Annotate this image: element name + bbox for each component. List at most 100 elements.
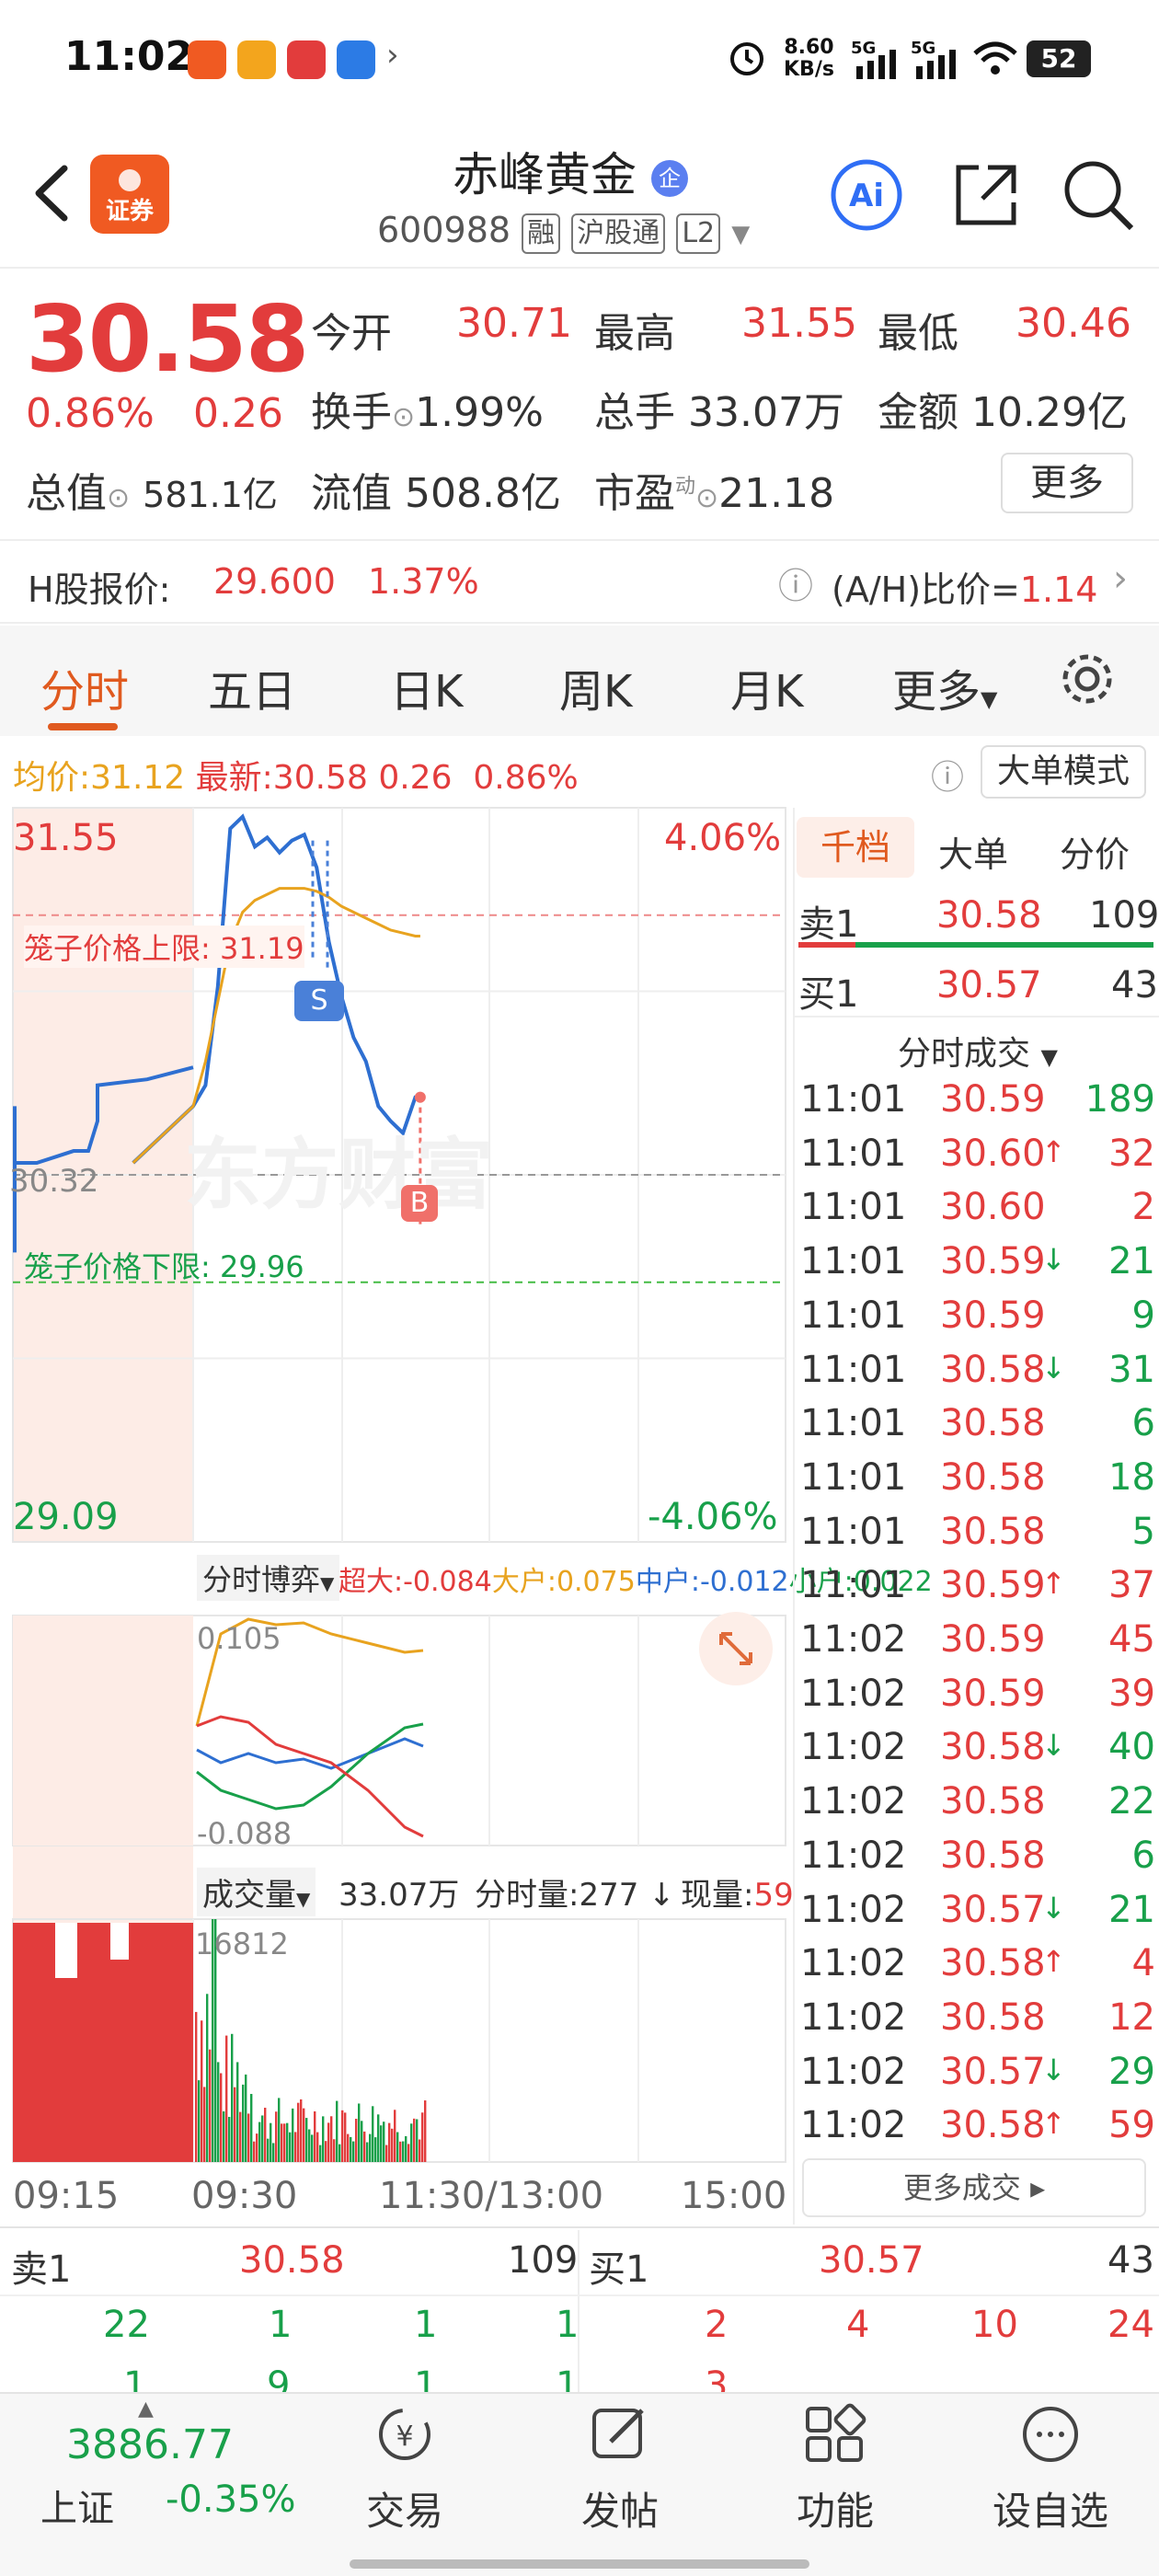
volume-bar [242, 2084, 245, 2162]
volume-bar [358, 2103, 361, 2162]
volume-bar [421, 2112, 424, 2162]
share-icon[interactable] [947, 156, 1025, 234]
auction-volume-gap [110, 1923, 129, 1960]
buy1-qty: 43 [1111, 964, 1158, 1006]
tick-time: 11:01 [800, 1186, 907, 1229]
volume-bar [396, 2132, 399, 2162]
tick-qty: 9 [1131, 1294, 1155, 1337]
tick-qty: 21 [1108, 1240, 1155, 1283]
tab-daily-k[interactable]: 日K [390, 655, 463, 719]
volume-bar [419, 2139, 421, 2162]
tick-time: 11:02 [800, 1834, 907, 1877]
volume-bar [195, 2011, 198, 2162]
volume-dropdown[interactable]: 成交量▼ [197, 1868, 316, 1916]
expand-icon[interactable] [699, 1612, 773, 1685]
volume-bar [278, 2098, 281, 2162]
verified-icon: 企 [650, 159, 688, 197]
back-icon[interactable] [28, 161, 83, 225]
chevron-right-icon[interactable]: › [1113, 558, 1128, 600]
tick-price: 30.58 [940, 1995, 1046, 2039]
index-pct[interactable]: -0.35% [166, 2478, 296, 2521]
sell1-label: 卖1 [798, 903, 859, 946]
volume-bar [377, 2114, 380, 2162]
tab-monthly-k[interactable]: 月K [730, 655, 803, 719]
volume-bar [327, 2122, 330, 2162]
tab-big-order[interactable]: 大单 [938, 826, 1008, 877]
nav-trade[interactable]: ¥ 交易 [322, 2401, 488, 2536]
volume-bar [316, 2132, 319, 2162]
sell-marker[interactable]: S [294, 981, 344, 1021]
bo-bottom-label: -0.088 [197, 1816, 293, 1851]
nav-post[interactable]: 发帖 [537, 2401, 703, 2536]
current-volume: 现量:59 [681, 1877, 794, 1914]
tick-row: 11:01 30.59 ↑ 37 [793, 1564, 1159, 1618]
caret-down-icon[interactable]: ▼ [731, 221, 750, 248]
help-icon[interactable]: ⓘ [778, 558, 813, 608]
buy-queue-4: 24 [1107, 2304, 1154, 2346]
svg-text:¥: ¥ [396, 2421, 413, 2453]
tab-depth[interactable]: 千档 [797, 817, 914, 878]
search-icon[interactable] [1060, 156, 1137, 234]
tick-time: 11:02 [800, 1888, 907, 1931]
bo-dropdown[interactable]: 分时博弈▼ [197, 1555, 340, 1601]
volume-bar [355, 2118, 358, 2162]
volume-bar [201, 2020, 203, 2162]
volume: 总手 33.07万 [594, 389, 844, 436]
volume-bar [330, 2116, 333, 2162]
h-share-row[interactable]: H股报价: 29.600 1.37% ⓘ (A/H)比价=1.14 › [0, 539, 1159, 624]
info-icon[interactable]: ⊙ [695, 482, 718, 514]
volume-bar [245, 2074, 247, 2162]
tick-qty: 37 [1108, 1564, 1155, 1607]
volume-bar [286, 2122, 289, 2162]
securities-logo[interactable]: 证券 [90, 155, 169, 234]
big-order-mode-button[interactable]: 大单模式 [981, 745, 1146, 799]
tick-row: 11:01 30.60 ↑ 32 [793, 1133, 1159, 1187]
volume-bar [270, 2122, 272, 2162]
margin-badge: 融 [522, 213, 561, 254]
volume-bar [372, 2106, 374, 2162]
tab-price-dist[interactable]: 分价 [1060, 826, 1130, 877]
tick-price: 30.59 [940, 1294, 1046, 1337]
buy-queue-1: 2 [705, 2304, 729, 2346]
volume-bar [258, 2122, 261, 2162]
nav-watchlist[interactable]: 设自选 [968, 2401, 1133, 2536]
index-caret-icon: ▲ [138, 2398, 154, 2421]
tab-weekly-k[interactable]: 周K [559, 655, 632, 719]
tick-time: 11:02 [800, 2050, 907, 2093]
volume-bar [322, 2116, 325, 2162]
settings-gear-icon[interactable] [1058, 650, 1117, 708]
h-share-pct: 1.37% [368, 561, 479, 602]
index-value[interactable]: 3886.77 [66, 2421, 234, 2468]
volume-bar [405, 2135, 407, 2162]
more-button[interactable]: 更多 [1001, 453, 1133, 513]
svg-text:5G: 5G [851, 39, 876, 58]
tick-arrow: ↓ [1041, 1242, 1066, 1278]
svg-text:Ai: Ai [849, 178, 884, 214]
tick-time: 11:02 [800, 1995, 907, 2039]
tab-intraday[interactable]: 分时 [40, 655, 129, 719]
stock-code-row: 600988 融 沪股通 L2 ▼ [377, 210, 750, 254]
active-tab-indicator [48, 723, 118, 730]
battery-indicator: 52 [1027, 40, 1091, 77]
help-icon[interactable]: ⓘ [931, 751, 964, 799]
tick-price: 30.58 [940, 1942, 1046, 1985]
tab-more[interactable]: 更多▼ [892, 655, 997, 719]
nav-functions[interactable]: 功能 [752, 2401, 918, 2536]
volume-bar [391, 2128, 394, 2162]
ai-icon[interactable]: Ai [828, 156, 905, 234]
index-name[interactable]: 上证 [40, 2478, 114, 2532]
info-icon[interactable]: ⊙ [107, 482, 130, 514]
low-value: 30.46 [1016, 300, 1131, 347]
tick-price: 30.60 [940, 1132, 1046, 1175]
bo-top-label: 0.105 [197, 1621, 281, 1656]
info-icon[interactable]: ⊙ [392, 401, 415, 433]
tick-price: 30.57 [940, 1888, 1046, 1931]
auction-volume-gap [55, 1923, 77, 1978]
more-notifications-icon: › [386, 37, 399, 74]
tab-five-day[interactable]: 五日 [208, 655, 296, 719]
volume-bar [231, 2033, 234, 2162]
buy-marker[interactable]: B [401, 1185, 438, 1222]
ticks-title[interactable]: 分时成交 ▼ [898, 1027, 1058, 1075]
more-ticks-button[interactable]: 更多成交 ▸ [802, 2158, 1146, 2217]
tick-price: 30.59 [940, 1078, 1046, 1121]
